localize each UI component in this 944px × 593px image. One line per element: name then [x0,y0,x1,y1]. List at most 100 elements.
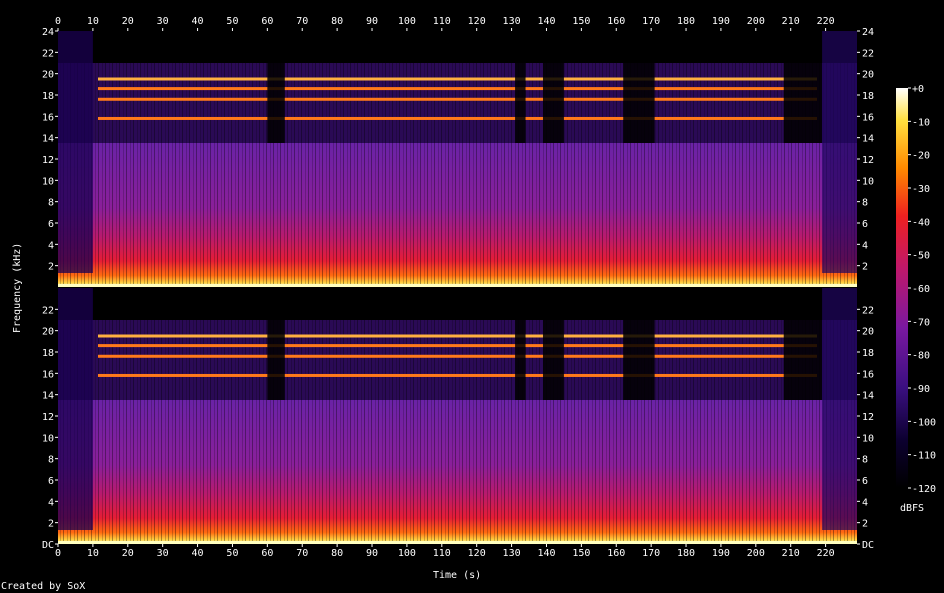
x-tick-label-top: 200 [747,16,765,27]
y-tick-label: 12 [862,155,874,166]
colorbar-tick-label: -60 [912,284,930,295]
outro-fade [822,31,857,273]
y-tick-label: DC [862,540,874,551]
intro-fade [58,31,93,273]
x-tick-label-top: 190 [712,16,730,27]
x-tick-label-bottom: 20 [122,548,134,559]
dc-line [58,284,857,287]
y-tick-label: 6 [862,476,868,487]
y-tick-label: 12 [42,155,54,166]
y-tick-label: 14 [862,391,874,402]
x-tick-label-top: 30 [157,16,169,27]
y-tick-label: 6 [48,219,54,230]
y-axis-label: Frequency (kHz) [12,243,23,333]
y-tick-label: 24 [862,27,874,38]
spectrogram-panel-channel-2 [58,288,857,544]
y-tick-label: 18 [862,348,874,359]
colorbar-tick-label: -110 [912,451,936,462]
x-tick-label-bottom: 170 [642,548,660,559]
y-tick-label: 8 [862,198,868,209]
colorbar-tick-label: -10 [912,117,930,128]
y-tick-label: 20 [862,327,874,338]
colorbar-tick-label: -90 [912,384,930,395]
y-tick-label: 22 [42,305,54,316]
energy-texture [58,143,857,287]
x-tick-label-bottom: 120 [468,548,486,559]
x-tick-label-top: 120 [468,16,486,27]
x-tick-label-top: 110 [433,16,451,27]
spectrogram-figure: 2 24 46 68 810 1012 1214 1416 1618 1820 2022 2224 24… [1,16,936,592]
y-tick-label: 10 [862,176,874,187]
x-tick-label-bottom: 180 [677,548,695,559]
x-tick-label-top: 170 [642,16,660,27]
x-tick-label-bottom: 130 [503,548,521,559]
y-tick-label: 16 [862,369,874,380]
y-tick-label: 16 [862,112,874,123]
y-tick-label: 14 [42,134,54,145]
y-tick-label: 18 [42,91,54,102]
hf-texture [58,63,857,143]
y-tick-label: 16 [42,112,54,123]
x-tick-label-top: 160 [607,16,625,27]
x-tick-label-bottom: 220 [817,548,835,559]
y-tick-label: 22 [862,305,874,316]
x-tick-label-bottom: 200 [747,548,765,559]
y-tick-label: 16 [42,369,54,380]
dc-line [58,541,857,544]
x-tick-label-bottom: 160 [607,548,625,559]
x-tick-label-top: 80 [331,16,343,27]
silent-gap [623,318,655,400]
tone-line [98,334,817,338]
tone-line [98,87,817,91]
colorbar-tick-label: -70 [912,317,930,328]
silent-gap [783,61,823,143]
y-tick-label: 6 [48,476,54,487]
x-tick-label-bottom: 110 [433,548,451,559]
y-tick-label: 14 [862,134,874,145]
y-tick-label: DC [42,540,54,551]
y-tick-label: 2 [862,519,868,530]
y-tick-label: 14 [42,391,54,402]
outro-fade [822,288,857,530]
silent-gap [515,61,526,143]
x-tick-label-top: 60 [261,16,273,27]
x-tick-label-top: 220 [817,16,835,27]
x-tick-label-top: 50 [226,16,238,27]
x-tick-label-top: 140 [537,16,555,27]
colorbar: +0 -10 -20 -30 -40 -50 -60 -70 -80 -90 -100 -110 -12… [896,84,936,514]
y-tick-label: 22 [42,48,54,59]
x-tick-label-top: 10 [87,16,99,27]
tone-line [98,354,817,358]
energy-texture [58,400,857,544]
silent-gap [267,61,285,143]
x-tick-label-bottom: 60 [261,548,273,559]
x-axis-label: Time (s) [433,570,481,581]
y-tick-label: 6 [862,219,868,230]
y-tick-label: 18 [42,348,54,359]
colorbar-tick-label: -50 [912,251,930,262]
x-tick-label-bottom: 0 [55,548,61,559]
silent-gap [783,318,823,400]
tone-line [98,116,817,120]
colorbar-tick-label: -120 [912,484,936,495]
colorbar-tick-label: +0 [912,84,924,95]
hf-texture [58,320,857,400]
tone-line [98,344,817,348]
colorbar-tick-label: -40 [912,217,930,228]
x-tick-label-top: 40 [192,16,204,27]
x-tick-label-top: 90 [366,16,378,27]
y-tick-label: 4 [48,497,54,508]
intro-fade [58,288,93,530]
x-tick-label-bottom: 100 [398,548,416,559]
x-tick-label-top: 130 [503,16,521,27]
colorbar-tick-label: -20 [912,151,930,162]
x-tick-label-bottom: 50 [226,548,238,559]
y-tick-label: 10 [862,433,874,444]
silent-gap [515,318,526,400]
x-tick-label-top: 20 [122,16,134,27]
x-tick-label-bottom: 30 [157,548,169,559]
y-tick-label: 20 [42,327,54,338]
y-tick-label: 8 [48,455,54,466]
y-tick-label: 8 [48,198,54,209]
y-tick-label: 22 [862,48,874,59]
